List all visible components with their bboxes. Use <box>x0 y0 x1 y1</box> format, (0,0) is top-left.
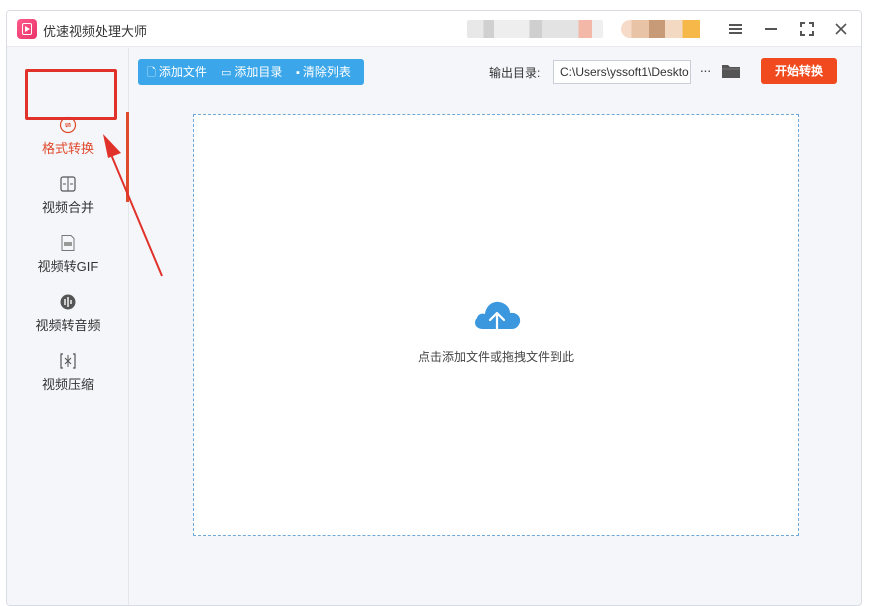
cloud-upload-icon <box>475 301 521 339</box>
sidebar-item-label: 格式转换 <box>41 141 94 156</box>
sidebar-item-merge[interactable]: 视频合并 <box>7 171 129 225</box>
menu-icon[interactable] <box>723 17 747 41</box>
gif-icon <box>61 235 75 251</box>
sidebar-item-label: 视频压缩 <box>41 377 94 392</box>
sidebar-item-label: 视频转音频 <box>35 318 101 333</box>
clear-list-button[interactable]: ▪ 清除列表 <box>296 59 351 85</box>
blurred-user-avatar[interactable] <box>621 20 709 38</box>
file-drop-zone[interactable]: 点击添加文件或拖拽文件到此 <box>193 114 799 536</box>
file-icon: 🗋 <box>147 67 156 79</box>
file-toolbar: 🗋 添加文件 ▭ 添加目录 ▪ 清除列表 <box>138 59 364 85</box>
sidebar: 格式转换 视频合并 视频转GIF 视频转音频 视频压缩 <box>7 48 129 605</box>
title-bar: 优速视频处理大师 <box>7 11 861 47</box>
annotation-highlight-box <box>25 69 117 120</box>
output-dir-label: 输出目录: <box>489 66 541 80</box>
app-window: 优速视频处理大师 格式转换 视频合并 视频转GIF 视频转音频 视频压缩 🗋 添… <box>6 10 862 606</box>
open-folder-icon[interactable] <box>721 62 741 80</box>
sidebar-item-format-convert[interactable]: 格式转换 <box>7 112 129 166</box>
close-icon[interactable] <box>829 17 853 41</box>
sidebar-item-compress[interactable]: 视频压缩 <box>7 348 129 402</box>
sidebar-item-audio[interactable]: 视频转音频 <box>7 289 129 343</box>
sidebar-item-label: 视频合并 <box>41 200 94 215</box>
audio-icon <box>60 294 76 310</box>
minimize-icon[interactable] <box>759 17 783 41</box>
drop-hint-text: 点击添加文件或拖拽文件到此 <box>417 350 574 364</box>
add-folder-button[interactable]: ▭ 添加目录 <box>221 59 282 85</box>
sidebar-item-label: 视频转GIF <box>37 259 99 274</box>
maximize-icon[interactable] <box>795 17 819 41</box>
app-title: 优速视频处理大师 <box>43 24 148 39</box>
compress-icon <box>60 353 76 369</box>
sidebar-item-gif[interactable]: 视频转GIF <box>7 230 129 284</box>
start-convert-button[interactable]: 开始转换 <box>761 58 837 84</box>
outer-background <box>862 0 870 606</box>
blurred-account-info <box>467 20 603 38</box>
add-file-button[interactable]: 🗋 添加文件 <box>147 59 207 85</box>
more-options-button[interactable]: ··· <box>695 59 715 83</box>
folder-outline-icon: ▭ <box>221 67 232 79</box>
app-logo-icon <box>17 19 37 39</box>
merge-icon <box>60 176 76 192</box>
active-indicator <box>126 112 129 202</box>
trash-icon: ▪ <box>296 67 300 79</box>
output-path-field[interactable]: C:\Users\yssoft1\Deskto <box>553 60 691 84</box>
